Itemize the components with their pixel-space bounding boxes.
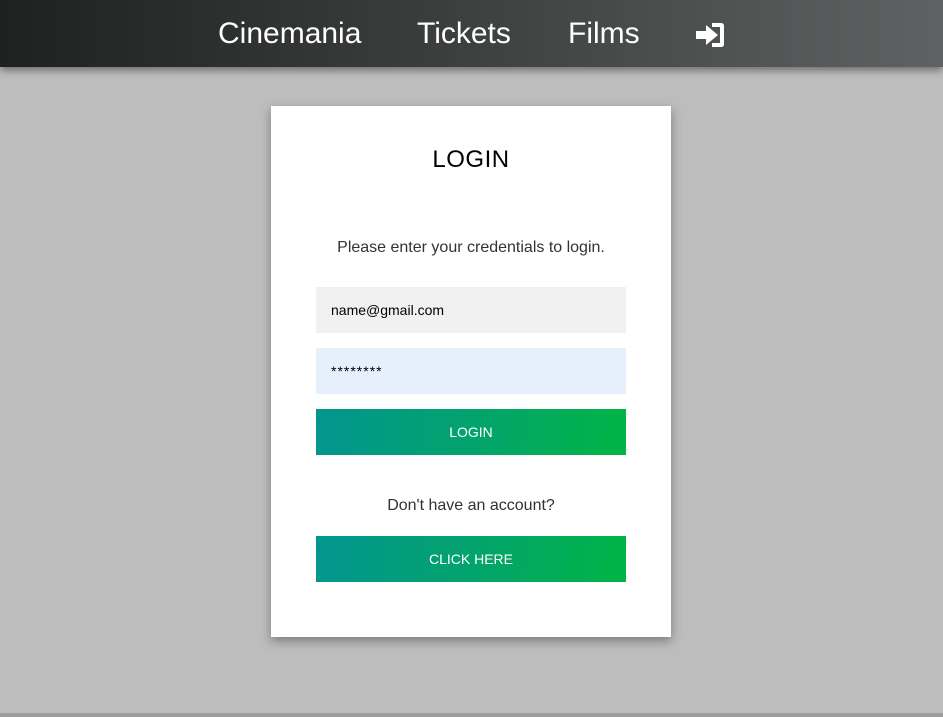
sign-in-icon[interactable] [694,21,726,49]
email-field[interactable] [316,287,626,333]
nav-films-link[interactable]: Films [568,17,640,51]
signup-button[interactable]: CLICK HERE [316,536,626,582]
nav-brand-link[interactable]: Cinemania [218,17,361,51]
login-title: LOGIN [432,146,510,173]
password-field[interactable] [316,348,626,394]
login-instructions: Please enter your credentials to login. [337,239,605,256]
bottom-edge [0,713,943,717]
nav-tickets-link[interactable]: Tickets [417,17,511,51]
navbar: Cinemania Tickets Films [0,0,943,67]
account-prompt: Don't have an account? [387,497,555,514]
login-button[interactable]: LOGIN [316,409,626,455]
login-card: LOGIN Please enter your credentials to l… [271,106,671,637]
